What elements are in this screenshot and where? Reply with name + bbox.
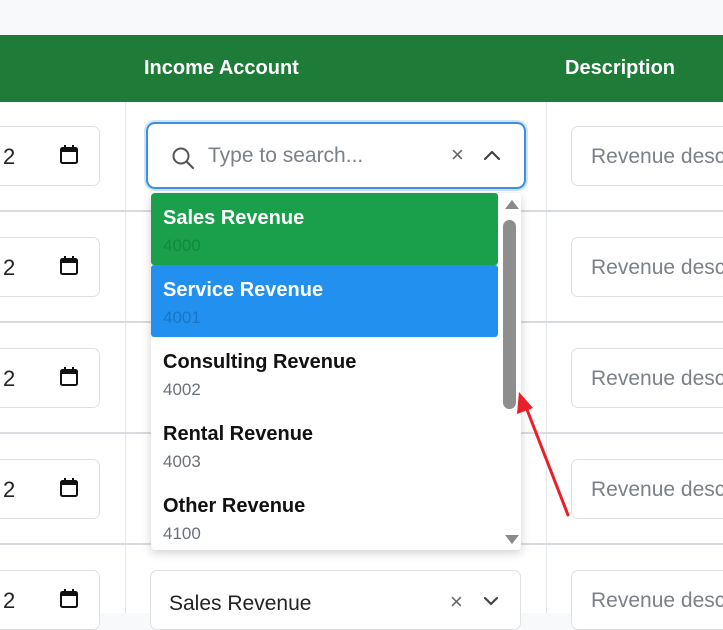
description-input[interactable]: Revenue descr bbox=[571, 126, 723, 186]
column-divider bbox=[125, 102, 126, 613]
option-other-revenue[interactable]: Other Revenue 4100 bbox=[151, 481, 498, 550]
column-header-income-account: Income Account bbox=[144, 57, 299, 79]
option-code: 4002 bbox=[163, 380, 201, 399]
scroll-up-arrow-icon[interactable] bbox=[505, 200, 519, 209]
calendar-icon[interactable] bbox=[60, 145, 78, 164]
search-input[interactable] bbox=[206, 142, 436, 170]
calendar-icon[interactable] bbox=[60, 478, 78, 497]
option-consulting-revenue[interactable]: Consulting Revenue 4002 bbox=[151, 337, 498, 409]
option-code: 4001 bbox=[163, 308, 201, 327]
option-name: Sales Revenue bbox=[163, 207, 305, 229]
option-name: Service Revenue bbox=[163, 279, 324, 301]
dropdown-menu: Sales Revenue 4000 Service Revenue 4001 … bbox=[151, 193, 521, 550]
column-header-description: Description bbox=[565, 57, 676, 79]
calendar-icon[interactable] bbox=[60, 367, 78, 386]
date-input[interactable]: 2 bbox=[0, 126, 100, 186]
date-value: 2 bbox=[3, 588, 16, 613]
dropdown-scrollbar[interactable] bbox=[501, 193, 521, 550]
calendar-icon[interactable] bbox=[60, 589, 78, 608]
description-input[interactable]: Revenue descr bbox=[571, 459, 723, 519]
date-value: 2 bbox=[3, 477, 16, 502]
date-input[interactable]: 2 bbox=[0, 237, 100, 297]
option-code: 4000 bbox=[163, 236, 201, 255]
date-value: 2 bbox=[3, 144, 16, 169]
date-input[interactable]: 2 bbox=[0, 570, 100, 630]
description-placeholder: Revenue descr bbox=[591, 256, 723, 279]
description-input[interactable]: Revenue descr bbox=[571, 237, 723, 297]
description-placeholder: Revenue descr bbox=[591, 145, 723, 168]
income-account-search[interactable]: × bbox=[146, 122, 526, 189]
date-value: 2 bbox=[3, 366, 16, 391]
clear-icon[interactable]: × bbox=[450, 589, 463, 615]
calendar-icon[interactable] bbox=[60, 256, 78, 275]
option-code: 4100 bbox=[163, 524, 201, 543]
chevron-down-icon[interactable] bbox=[483, 596, 499, 607]
option-code: 4003 bbox=[163, 452, 201, 471]
option-name: Other Revenue bbox=[163, 495, 306, 517]
chevron-up-icon[interactable] bbox=[483, 149, 501, 161]
description-placeholder: Revenue descr bbox=[591, 367, 723, 390]
date-value: 2 bbox=[3, 255, 16, 280]
clear-icon[interactable]: × bbox=[451, 142, 464, 168]
option-service-revenue[interactable]: Service Revenue 4001 bbox=[151, 265, 498, 337]
option-name: Consulting Revenue bbox=[163, 351, 357, 373]
date-input[interactable]: 2 bbox=[0, 348, 100, 408]
option-rental-revenue[interactable]: Rental Revenue 4003 bbox=[151, 409, 498, 481]
description-placeholder: Revenue descr bbox=[591, 589, 723, 612]
scrollbar-thumb[interactable] bbox=[503, 220, 516, 409]
scroll-down-arrow-icon[interactable] bbox=[505, 535, 519, 544]
income-account-select[interactable]: Sales Revenue × bbox=[150, 570, 521, 630]
search-icon bbox=[172, 147, 195, 170]
column-divider bbox=[546, 102, 547, 613]
date-input[interactable]: 2 bbox=[0, 459, 100, 519]
description-input[interactable]: Revenue descr bbox=[571, 570, 723, 630]
selected-value: Sales Revenue bbox=[169, 592, 312, 615]
option-name: Rental Revenue bbox=[163, 423, 314, 445]
option-sales-revenue[interactable]: Sales Revenue 4000 bbox=[151, 193, 498, 265]
table-header: Income Account Description bbox=[0, 35, 723, 102]
description-input[interactable]: Revenue descr bbox=[571, 348, 723, 408]
description-placeholder: Revenue descr bbox=[591, 478, 723, 501]
